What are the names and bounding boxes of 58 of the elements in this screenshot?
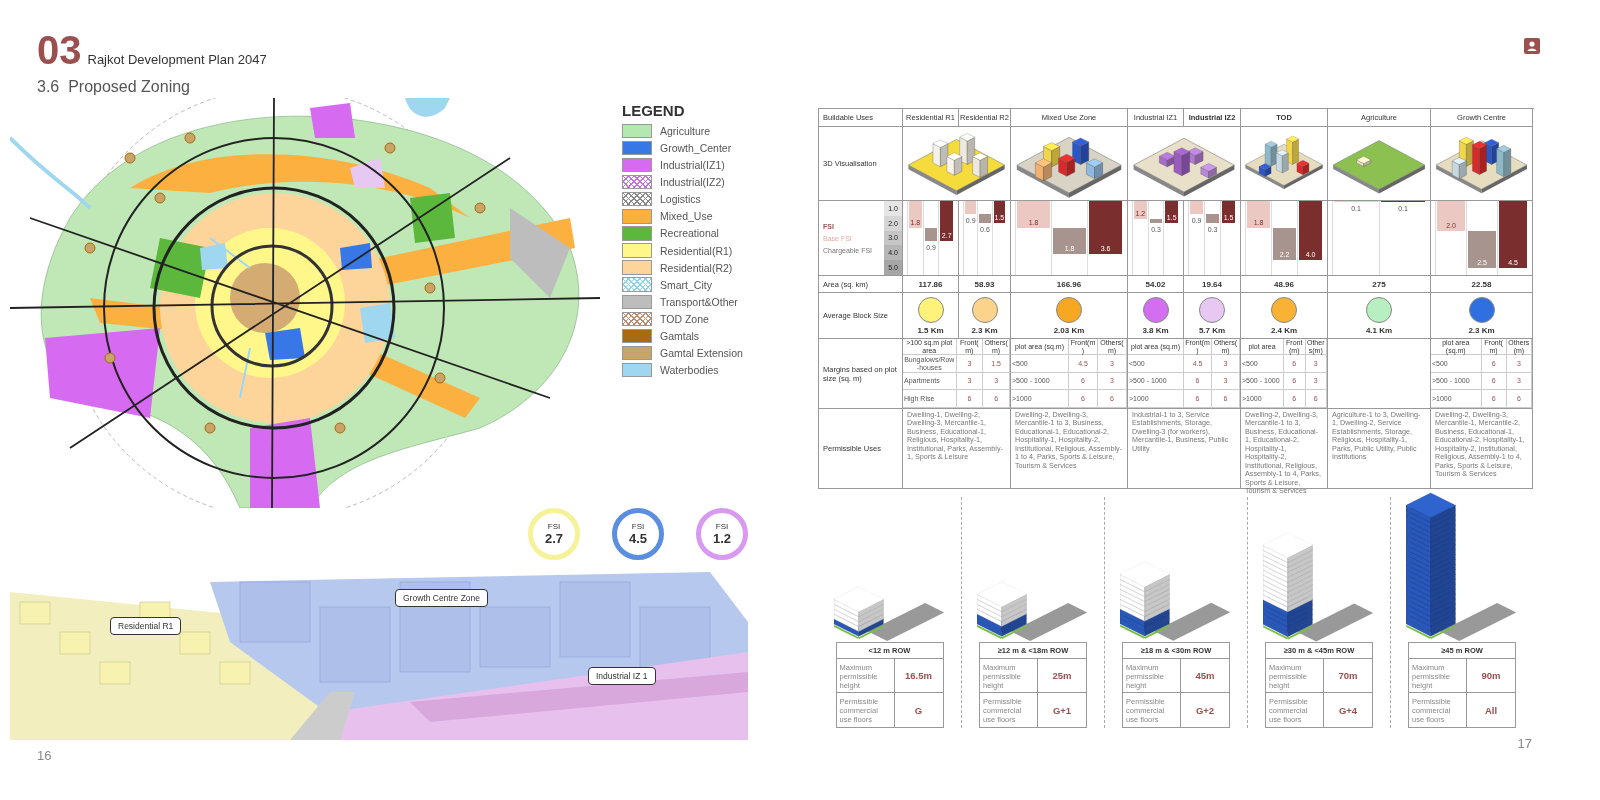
legend-label: Industrial(IZ2)	[660, 176, 725, 189]
legend-label: TOD Zone	[660, 312, 709, 325]
section-title: 3.6 Proposed Zoning	[36, 78, 191, 97]
legend-label: Mixed_Use	[660, 210, 713, 223]
height-value: 90m	[1467, 659, 1515, 693]
fsi-bar	[924, 227, 938, 241]
block-size-value: 2.3 Km	[971, 325, 998, 335]
height-value: 16.5m	[894, 659, 943, 693]
legend-label: Agriculture	[660, 124, 711, 137]
legend-label: Smart_City	[660, 278, 712, 291]
table-cell: 58.93	[959, 276, 1011, 293]
fsi-bar	[1273, 227, 1296, 261]
commercial-value: All	[1483, 703, 1499, 718]
table-cell: 48.96	[1241, 276, 1328, 293]
commercial-value: G+2	[1194, 703, 1216, 718]
legend-label: Industrial(IZ1)	[660, 159, 725, 172]
table-cell: 22.58	[1431, 276, 1533, 293]
legend-label: Transport&Other	[660, 295, 738, 308]
table-cell: 54.02	[1128, 276, 1184, 293]
legend-label: Residential(R2)	[660, 261, 733, 274]
fsi-bar	[1206, 214, 1219, 224]
table-cell: 166.96	[1011, 276, 1128, 293]
table-cell: 275	[1328, 276, 1431, 293]
height-value: 70m	[1324, 659, 1372, 693]
legend-label: Growth_Center	[660, 141, 732, 154]
fsi-bar	[1468, 230, 1496, 268]
chapter-number: 03	[37, 28, 82, 72]
fsi-bar	[1053, 227, 1086, 255]
legend-label: Gamtals	[660, 329, 700, 342]
height-value: 45m	[1181, 659, 1229, 693]
legend-title: LEGEND	[622, 102, 686, 119]
page-number: 16	[36, 748, 53, 763]
fsi-bar	[979, 214, 991, 224]
height-value: 25m	[1038, 659, 1086, 693]
document-title: Rajkot Development Plan 2047	[87, 52, 267, 67]
commercial-value: G	[913, 703, 924, 718]
commercial-value: G+4	[1337, 703, 1359, 718]
block-size-value: 3.8 Km	[1142, 325, 1169, 335]
callout-label: Industrial IZ 1	[588, 667, 656, 685]
user-icon[interactable]	[1524, 38, 1540, 54]
block-size-value: 2.03 Km	[1053, 325, 1085, 335]
legend-label: Recreational	[660, 227, 719, 240]
block-size-value: 4.1 Km	[1365, 325, 1393, 335]
callout-label: Growth Centre Zone	[395, 589, 488, 607]
block-size-value: 1.5 Km	[917, 325, 944, 335]
legend-label: Logistics	[660, 193, 701, 206]
block-size-value: 5.7 Km	[1198, 325, 1226, 335]
legend-label: Gamtal Extension	[660, 347, 743, 360]
page-number: 17	[1516, 736, 1532, 751]
block-size-value: 2.4 Km	[1270, 325, 1298, 335]
callout-label: Residential R1	[110, 617, 182, 635]
fsi-bar	[1149, 218, 1163, 224]
table-cell: 117.86	[903, 276, 959, 293]
legend-label: Residential(R1)	[660, 244, 733, 257]
table-cell: 19.64	[1184, 276, 1241, 293]
legend-label: Waterbodies	[660, 364, 719, 377]
commercial-value: G+1	[1051, 703, 1073, 718]
block-size-value: 2.3 Km	[1468, 325, 1495, 335]
